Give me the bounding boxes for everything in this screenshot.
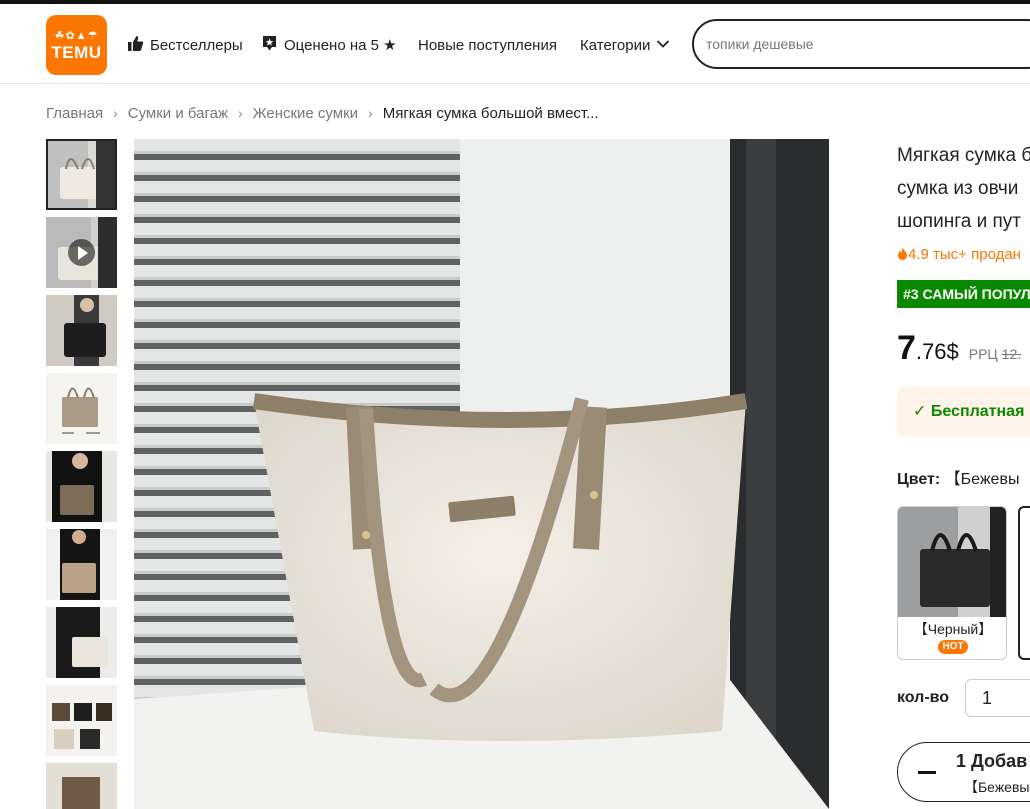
thumbnail-7[interactable] [46,607,117,678]
title-line-1: Мягкая сумка б [897,145,1030,166]
shipping-text: Бесплатная [930,403,1025,420]
free-shipping-banner[interactable]: ✓ Бесплатная [897,387,1030,437]
breadcrumb-womens-bags[interactable]: Женские сумки [253,105,358,122]
search-input[interactable] [706,33,1026,55]
thumbnail-8[interactable] [46,685,117,756]
bestseller-rank-badge: #3 САМЫЙ ПОПУЛ [897,280,1030,308]
breadcrumb: Главная › Сумки и багаж › Женские сумки … [46,103,599,123]
star-badge-icon [261,35,278,56]
nav-categories[interactable]: Категории [580,34,670,56]
minus-icon[interactable] [918,771,936,774]
play-icon [68,239,95,266]
product-info-panel: Мягкая сумка б сумка из овчи шопинга и п… [897,139,1030,809]
add-to-cart-button[interactable]: 1 Добав 【Бежевы [897,742,1030,802]
logo-text: TEMU [51,43,102,62]
thumbnail-6[interactable] [46,529,117,600]
swatch-image [898,507,1006,617]
thumbnail-5[interactable] [46,451,117,522]
swatch-name: 【Черный】 [913,621,993,637]
rrp-label: РРЦ [968,346,998,362]
flame-icon [898,247,907,260]
logo-glyphs-icon: ☘✿▲☂ [54,30,99,42]
selected-color: 【Бежевы [944,471,1020,488]
cart-line-2: 【Бежевы [964,779,1030,795]
thumbs-up-icon [127,35,144,56]
price-integer: 7 [897,329,916,367]
color-label: Цвет: 【Бежевы [897,465,1019,489]
nav-new-arrivals[interactable]: Новые поступления [418,34,557,56]
breadcrumb-bags[interactable]: Сумки и багаж [128,105,228,122]
product-title: Мягкая сумка б сумка из овчи шопинга и п… [897,139,1030,238]
breadcrumb-current: Мягкая сумка большой вмест... [382,104,599,122]
thumbnail-3[interactable] [46,295,117,366]
breadcrumb-home[interactable]: Главная [46,105,103,122]
chevron-down-icon [656,37,670,53]
checkmark-icon: ✓ [913,403,931,420]
chevron-right-icon: › [238,105,243,121]
nav-bestsellers[interactable]: Бестселлеры [127,34,243,56]
chevron-right-icon: › [113,105,118,121]
nav-label: Бестселлеры [150,36,243,54]
rrp-price: 12. [1001,346,1022,362]
temu-logo[interactable]: ☘✿▲☂ TEMU [46,15,107,75]
nav-label: Категории [580,36,651,54]
quantity-select[interactable]: 1 [965,679,1030,717]
chevron-right-icon: › [368,105,373,121]
color-swatch-beige-selected[interactable] [1018,506,1030,660]
thumbnail-4[interactable] [46,373,117,444]
thumbnail-list [46,139,117,809]
search-box[interactable] [692,19,1030,69]
cart-line-1: 1 Добав [956,751,1028,771]
sold-text: 4.9 тыс+ продан [908,246,1021,263]
price: 7 .76$ РРЦ 12. [897,329,1021,368]
quantity-label: кол-во [897,689,950,706]
title-line-2: сумка из овчи [897,178,1019,199]
nav-label: Новые поступления [418,36,557,54]
nav-label: Оценено на 5 ★ [284,37,397,54]
title-line-3: шопинга и пут [897,211,1021,232]
site-header: ☘✿▲☂ TEMU Бестселлеры Оценено на 5 ★ Нов… [0,4,1030,84]
thumbnail-video[interactable] [46,217,117,288]
price-fraction: .76$ [915,339,959,364]
color-swatch-black[interactable]: 【Черный】 HOT [897,506,1007,660]
thumbnail-9[interactable] [46,763,117,809]
sold-count: 4.9 тыс+ продан [897,246,1021,263]
thumbnail-1[interactable] [46,139,117,210]
main-product-image[interactable] [134,139,829,809]
nav-rated-5[interactable]: Оценено на 5 ★ [261,34,397,56]
hot-badge: HOT [938,640,968,654]
color-label-text: Цвет: [897,471,941,488]
